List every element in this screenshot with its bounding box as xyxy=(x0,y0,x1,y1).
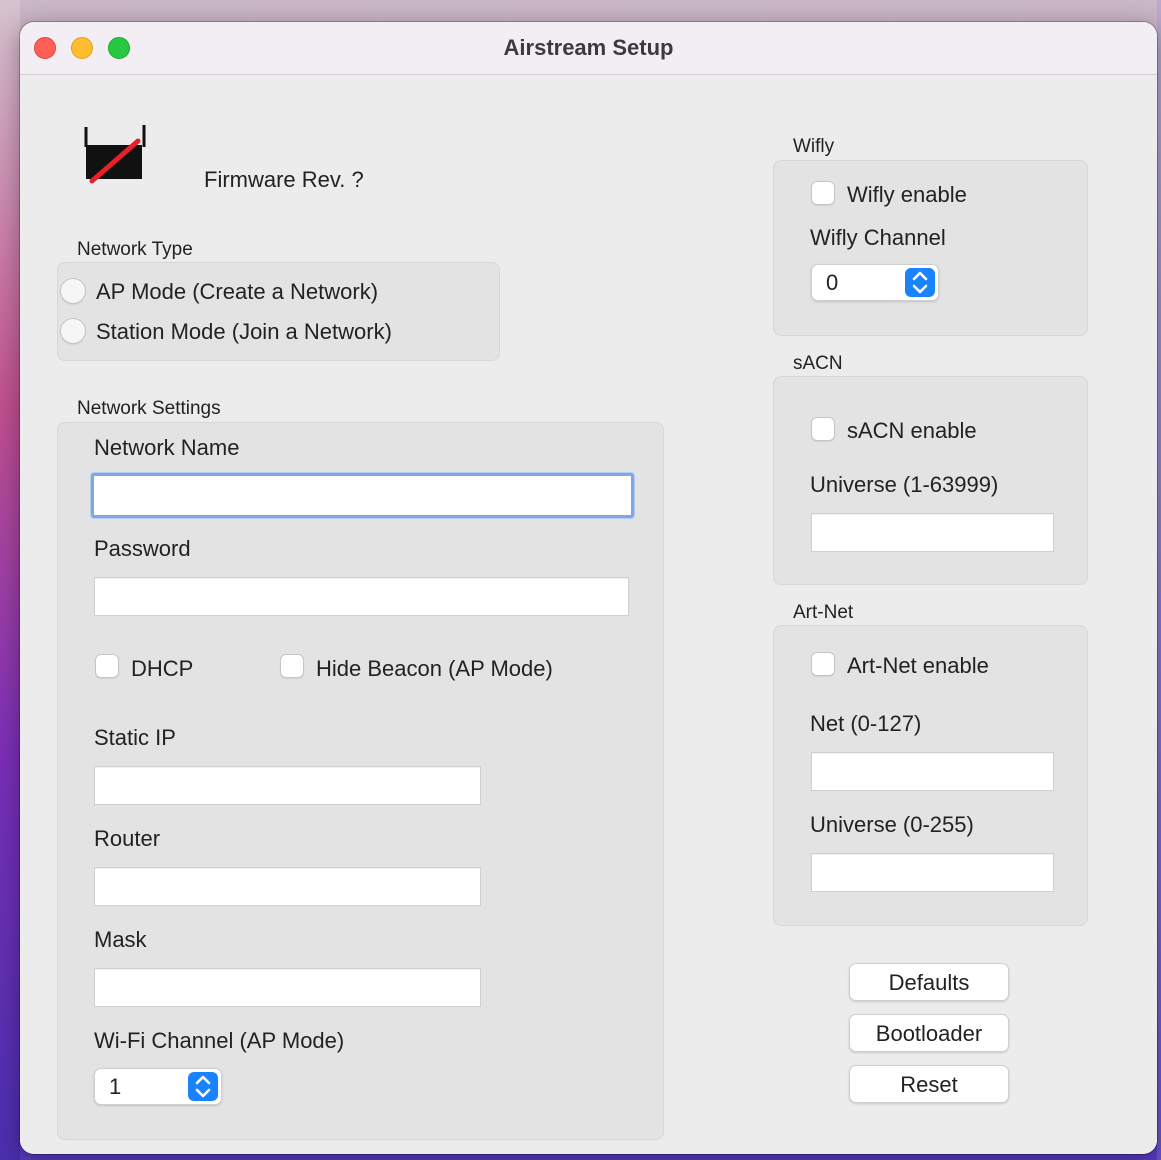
sacn-enable-checkbox[interactable] xyxy=(811,417,835,441)
network-settings-group: Network Name Password DHCP Hide Beacon (… xyxy=(57,422,664,1140)
artnet-group: Art-Net enable Net (0-127) Universe (0-2… xyxy=(773,625,1088,926)
ap-mode-label: AP Mode (Create a Network) xyxy=(96,279,379,304)
firmware-label: Firmware Rev. ? xyxy=(204,167,364,192)
sacn-title: sACN xyxy=(793,353,843,374)
dhcp-checkbox[interactable] xyxy=(95,654,119,678)
artnet-enable-label: Art-Net enable xyxy=(847,653,989,678)
wifly-title: Wifly xyxy=(793,136,835,157)
wifi-channel-label: Wi-Fi Channel (AP Mode) xyxy=(94,1028,345,1053)
wifi-channel-value: 1 xyxy=(109,1074,122,1099)
wifly-enable-checkbox[interactable] xyxy=(811,181,835,205)
title-bar: Airstream Setup xyxy=(20,22,1157,75)
artnet-universe-label: Universe (0-255) xyxy=(810,812,974,837)
router-disconnected-icon xyxy=(82,123,148,185)
sacn-enable-label: sACN enable xyxy=(847,418,977,443)
wifly-channel-popup[interactable]: 0 xyxy=(811,264,939,301)
up-down-chevron-icon xyxy=(905,268,935,297)
network-name-label: Network Name xyxy=(94,435,240,460)
static-ip-input[interactable] xyxy=(94,766,481,805)
artnet-enable-checkbox[interactable] xyxy=(811,652,835,676)
artnet-net-input[interactable] xyxy=(811,752,1054,791)
bootloader-button[interactable]: Bootloader xyxy=(849,1014,1009,1052)
ap-mode-radio[interactable] xyxy=(60,278,86,304)
router-label: Router xyxy=(94,826,161,851)
station-mode-radio[interactable] xyxy=(60,318,86,344)
sacn-universe-input[interactable] xyxy=(811,513,1054,552)
setup-window: Airstream Setup Firmware Rev. ? Network … xyxy=(20,22,1157,1154)
defaults-button[interactable]: Defaults xyxy=(849,963,1009,1001)
password-input[interactable] xyxy=(94,577,629,616)
window-title: Airstream Setup xyxy=(503,35,674,60)
desktop-background-right xyxy=(1157,0,1161,1160)
mask-input[interactable] xyxy=(94,968,481,1007)
station-mode-label: Station Mode (Join a Network) xyxy=(96,319,392,344)
hide-beacon-label: Hide Beacon (AP Mode) xyxy=(316,656,553,681)
network-type-title: Network Type xyxy=(77,239,193,260)
wifly-channel-label: Wifly Channel xyxy=(810,225,946,250)
wifly-channel-value: 0 xyxy=(826,270,839,295)
router-input[interactable] xyxy=(94,867,481,906)
up-down-chevron-icon xyxy=(188,1072,218,1101)
sacn-universe-label: Universe (1-63999) xyxy=(810,472,999,497)
wifi-channel-popup[interactable]: 1 xyxy=(94,1068,222,1105)
wifly-enable-label: Wifly enable xyxy=(847,182,967,207)
artnet-title: Art-Net xyxy=(793,602,854,623)
network-settings-title: Network Settings xyxy=(77,398,221,419)
artnet-net-label: Net (0-127) xyxy=(810,711,922,736)
network-type-group: AP Mode (Create a Network) Station Mode … xyxy=(57,262,500,361)
desktop-background xyxy=(0,0,20,1160)
mask-label: Mask xyxy=(94,927,147,952)
password-label: Password xyxy=(94,536,191,561)
artnet-universe-input[interactable] xyxy=(811,853,1054,892)
static-ip-label: Static IP xyxy=(94,725,176,750)
wifly-group: Wifly enable Wifly Channel 0 xyxy=(773,160,1088,336)
sacn-group: sACN enable Universe (1-63999) xyxy=(773,376,1088,585)
network-name-input[interactable] xyxy=(91,473,634,518)
hide-beacon-checkbox[interactable] xyxy=(280,654,304,678)
dhcp-label: DHCP xyxy=(131,656,194,681)
reset-button[interactable]: Reset xyxy=(849,1065,1009,1103)
window-content: Firmware Rev. ? Network Type AP Mode (Cr… xyxy=(20,75,1157,1154)
